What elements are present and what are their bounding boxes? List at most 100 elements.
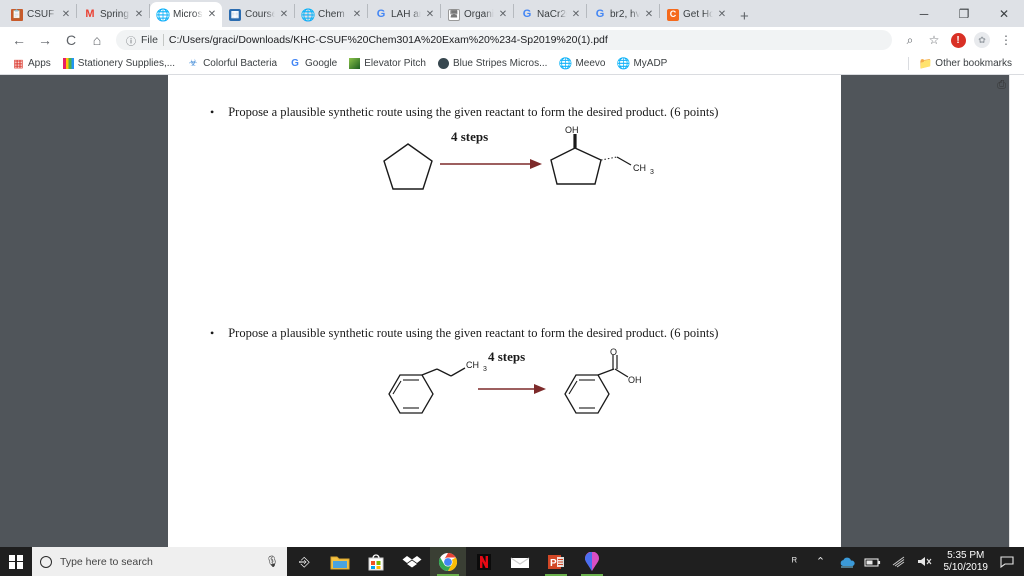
globe-icon: 🌐 [300,7,316,22]
blue-stripes-icon [437,58,449,69]
notifications-icon[interactable] [994,547,1020,576]
taskbar-app-microsoft-store[interactable] [358,547,394,576]
taskbar-app-powerpoint[interactable]: P [538,547,574,576]
extension-icon[interactable]: ! [946,28,970,52]
folder-icon: 📁 [918,58,933,70]
show-hidden-icons-chevron[interactable]: ⌃ [808,547,834,576]
search-input[interactable]: Type here to search 🎙 [32,547,287,576]
tab-nacr2o7-search[interactable]: G NaCr2O7 ✕ [514,2,586,27]
close-icon[interactable]: ✕ [644,9,654,20]
close-icon[interactable]: ✕ [498,9,508,20]
taskbar-app-file-explorer[interactable] [322,547,358,576]
bookmark-google[interactable]: G Google [283,58,343,70]
bookmark-apps[interactable]: ▦ Apps [6,58,57,70]
dropbox-icon [402,555,422,567]
close-icon[interactable]: ✕ [352,9,362,20]
bookmarks-bar: ▦ Apps Stationery Supplies,... ☣ Colorfu… [0,53,1024,75]
omnibox-divider [162,34,164,46]
address-bar[interactable]: ⓘ File C:/Users/graci/Downloads/KHC-CSUF… [116,30,892,50]
close-window-button[interactable]: ✕ [984,0,1024,27]
tab-organic-chem[interactable]: 🖥 Organic C ✕ [441,2,513,27]
wifi-glyph [892,556,904,568]
maps-pin-icon [585,551,599,571]
url-text: C:/Users/graci/Downloads/KHC-CSUF%20Chem… [168,34,608,46]
tab-spring-gmail[interactable]: M Spring 20 ✕ [77,2,149,27]
wifi-icon[interactable] [886,547,912,576]
google-icon: G [595,8,605,20]
bookmark-elevator-pitch[interactable]: Elevator Pitch [343,58,432,69]
taskbar-app-dropbox[interactable] [394,547,430,576]
taskbar-apps: P [322,547,610,576]
chrome-orange-icon: C [667,8,679,21]
csuf-icon: 📋 [11,8,23,21]
cortana-circle-icon [40,555,52,568]
onedrive-icon[interactable] [834,547,860,576]
question-2-text-line: • Propose a plausible synthetic route us… [168,326,841,341]
tab-br2-hv-search[interactable]: G br2, hv re ✕ [587,2,659,27]
svg-text:CH: CH [466,360,479,370]
task-view-button[interactable]: ⎆ [287,547,322,576]
close-icon[interactable]: ✕ [717,9,727,20]
tab-course[interactable]: ▦ Course: S ✕ [222,2,294,27]
clock-date: 5/10/2019 [943,561,989,573]
bookmark-colorful-bacteria[interactable]: ☣ Colorful Bacteria [181,58,283,70]
minimize-button[interactable]: ─ [904,0,944,27]
page-info-icon[interactable]: ⓘ [126,33,136,48]
tab-lah-search[interactable]: G LAH and ✕ [368,2,440,27]
close-icon[interactable]: ✕ [279,9,289,20]
chrome-browser-window: 📋 CSUF Po ✕ M Spring 20 ✕ 🌐 Microsoft ✕ … [0,0,1024,547]
product-ethylcyclopentanol-structure: OH CH 3 [550,126,654,185]
bookmark-meevo[interactable]: 🌐 Meevo [553,58,611,70]
question-1: • Propose a plausible synthetic route us… [168,105,841,196]
tab-label: Spring 20 [100,8,130,20]
bookmarks-divider [908,57,910,70]
vertical-scrollbar[interactable] [1009,75,1024,547]
people-icon[interactable]: ᴿ [782,547,808,576]
close-icon[interactable]: ✕ [134,9,144,20]
windows-logo-icon [9,554,23,569]
home-button[interactable]: ⌂ [84,27,110,53]
google-icon: G [522,8,532,20]
volume-muted-icon[interactable] [912,547,938,576]
bookmark-stationery-supplies[interactable]: Stationery Supplies,... [57,58,181,69]
bookmark-blue-stripes[interactable]: Blue Stripes Micros... [432,58,553,69]
profile-avatar[interactable]: ✿ [970,28,994,52]
chrome-icon [438,552,458,571]
clock[interactable]: 5:35 PM 5/10/2019 [938,550,995,574]
bookmark-label: Stationery Supplies,... [77,58,176,69]
new-tab-button[interactable]: + [740,9,749,24]
taskbar-app-maps[interactable] [574,547,610,576]
bookmark-star-icon[interactable]: ☆ [922,28,946,52]
taskbar-app-netflix[interactable] [466,547,502,576]
tab-strip: 📋 CSUF Po ✕ M Spring 20 ✕ 🌐 Microsoft ✕ … [0,0,1024,27]
svg-text:O: O [610,347,617,357]
battery-glyph [863,557,880,567]
chrome-menu-icon[interactable]: ⋮ [994,28,1018,52]
pdf-page: • Propose a plausible synthetic route us… [168,75,841,536]
start-button[interactable] [0,547,32,576]
search-icon[interactable]: ⌕ [898,28,922,52]
tab-microsoft[interactable]: 🌐 Microsoft ✕ [150,2,222,27]
taskbar-app-mail[interactable] [502,547,538,576]
question-text: Propose a plausible synthetic route usin… [228,105,719,119]
battery-icon[interactable] [860,547,886,576]
microphone-icon[interactable]: 🎙 [265,555,279,568]
forward-button[interactable]: → [32,27,58,53]
bookmark-myadp[interactable]: 🌐 MyADP [611,58,673,70]
back-button[interactable]: ← [6,27,32,53]
presentation-icon: 🖥 [448,8,460,21]
reload-button[interactable]: C [58,27,84,53]
tab-get-home[interactable]: C Get Home ✕ [660,2,732,27]
close-icon[interactable]: ✕ [571,9,581,20]
taskbar-app-google-chrome[interactable] [430,547,466,576]
print-icon[interactable]: ⎙ [997,79,1006,92]
tab-csuf-portal[interactable]: 📋 CSUF Po ✕ [4,2,76,27]
tab-chem30[interactable]: 🌐 Chem 30 ✕ [295,2,367,27]
close-icon[interactable]: ✕ [207,9,217,20]
other-bookmarks-button[interactable]: 📁 Other bookmarks [913,58,1018,70]
close-icon[interactable]: ✕ [425,9,435,20]
maximize-button[interactable]: ❐ [944,0,984,27]
close-icon[interactable]: ✕ [61,9,71,20]
onedrive-cloud-icon [840,557,855,567]
product-benzoic-acid-structure: O OH [564,347,642,414]
